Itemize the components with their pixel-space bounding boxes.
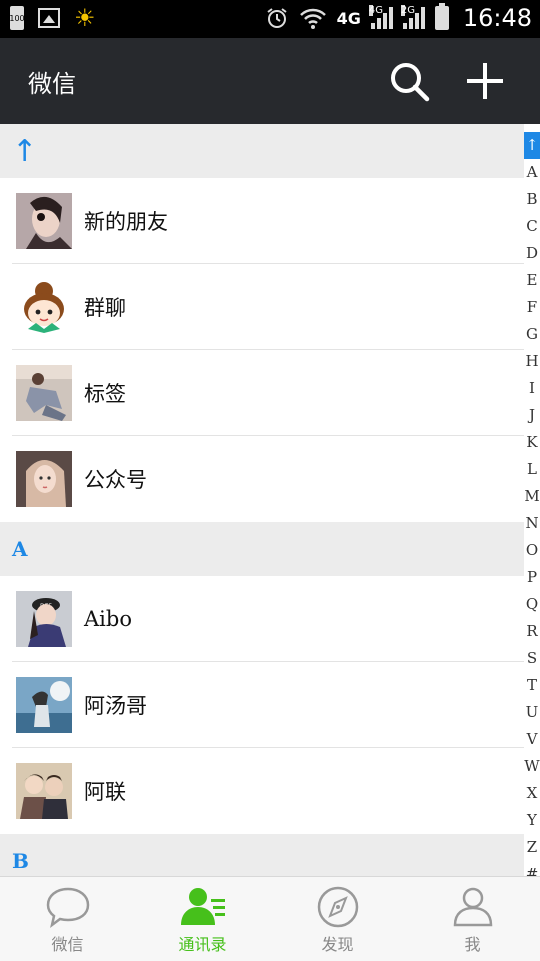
list-item-contact[interactable]: 阿联 [0, 748, 524, 834]
index-letter[interactable]: N [524, 510, 540, 537]
list-item-new-friends[interactable]: 新的朋友 [0, 178, 524, 264]
index-letter[interactable]: A [524, 159, 540, 186]
contact-name: 阿联 [84, 780, 126, 804]
index-letter[interactable]: Y [524, 807, 540, 834]
app-header: 微信 [0, 38, 540, 124]
contact-name: 阿汤哥 [84, 694, 147, 718]
contact-list[interactable]: ↑ 新的朋友 群聊 标签 公众号 A Aibo 阿汤哥 阿联 B [0, 124, 524, 876]
list-item-tags[interactable]: 标签 [0, 350, 524, 436]
status-bar: 100 ☀ 4G 4G 2G 16:48 [0, 0, 540, 38]
section-header-b: B [0, 834, 524, 876]
contact-name: 新的朋友 [84, 210, 168, 234]
sun-icon: ☀ [74, 4, 96, 32]
signal-icon: 4G [368, 5, 393, 29]
avatar [16, 677, 72, 733]
alphabet-index-bar[interactable]: ↑ A B C D E F G H I J K L M N O P Q R S T U V W X Y Z # [524, 132, 540, 883]
index-letter[interactable]: F [524, 294, 540, 321]
index-letter[interactable]: E [524, 267, 540, 294]
index-letter[interactable]: M [524, 483, 540, 510]
signal-icon-2: 2G [400, 5, 425, 29]
avatar [16, 763, 72, 819]
avatar [16, 451, 72, 507]
avatar [16, 193, 72, 249]
index-letter[interactable]: V [524, 726, 540, 753]
section-header-top: ↑ [0, 124, 524, 178]
section-header-a: A [0, 522, 524, 576]
index-letter[interactable]: W [524, 753, 540, 780]
chat-bubble-icon [46, 887, 89, 929]
index-letter[interactable]: Z [524, 834, 540, 861]
index-letter[interactable]: P [524, 564, 540, 591]
list-item-contact[interactable]: 阿汤哥 [0, 662, 524, 748]
index-letter[interactable]: ↑ [524, 132, 540, 159]
index-letter[interactable]: I [524, 375, 540, 402]
index-letter[interactable]: L [524, 456, 540, 483]
index-letter[interactable]: J [524, 402, 540, 429]
battery-icon [434, 3, 449, 30]
battery-notification-icon: 100 [9, 6, 25, 30]
avatar [16, 365, 72, 421]
search-icon[interactable] [384, 56, 434, 106]
index-letter[interactable]: Q [524, 591, 540, 618]
list-item-contact[interactable]: DEF Aibo [0, 576, 524, 662]
contacts-icon [180, 888, 225, 925]
avatar [16, 279, 72, 335]
alarm-icon [266, 8, 287, 28]
plus-icon[interactable] [460, 56, 510, 106]
bottom-nav: 微信 通讯录 发现 我 [0, 876, 540, 961]
index-letter[interactable]: S [524, 645, 540, 672]
index-letter[interactable]: X [524, 780, 540, 807]
index-letter[interactable]: G [524, 321, 540, 348]
tab-label: 通讯录 [178, 935, 227, 954]
tab-label: 发现 [321, 935, 354, 954]
index-letter[interactable]: T [524, 672, 540, 699]
person-icon [453, 887, 492, 927]
list-item-group-chats[interactable]: 群聊 [0, 264, 524, 350]
index-letter[interactable]: U [524, 699, 540, 726]
index-letter[interactable]: B [524, 186, 540, 213]
contact-name: 群聊 [84, 296, 126, 320]
avatar: DEF [16, 591, 72, 647]
tab-me[interactable]: 我 [405, 877, 540, 961]
index-letter[interactable]: O [524, 537, 540, 564]
wifi-icon [299, 8, 326, 29]
compass-icon [317, 886, 358, 928]
page-title: 微信 [28, 70, 76, 98]
contact-name: Aibo [84, 607, 132, 631]
index-letter[interactable]: C [524, 213, 540, 240]
tab-discover[interactable]: 发现 [270, 877, 405, 961]
contact-name: 公众号 [84, 468, 147, 492]
tab-chats[interactable]: 微信 [0, 877, 135, 961]
list-item-official-accounts[interactable]: 公众号 [0, 436, 524, 522]
network-type: 4G [336, 8, 361, 28]
image-notification-icon [38, 8, 60, 28]
tab-label: 我 [464, 935, 481, 954]
index-letter[interactable]: H [524, 348, 540, 375]
index-letter[interactable]: R [524, 618, 540, 645]
clock: 16:48 [462, 4, 532, 32]
tab-label: 微信 [51, 935, 84, 954]
index-letter[interactable]: K [524, 429, 540, 456]
tab-contacts[interactable]: 通讯录 [135, 877, 270, 961]
index-letter[interactable]: D [524, 240, 540, 267]
contact-name: 标签 [84, 382, 126, 406]
